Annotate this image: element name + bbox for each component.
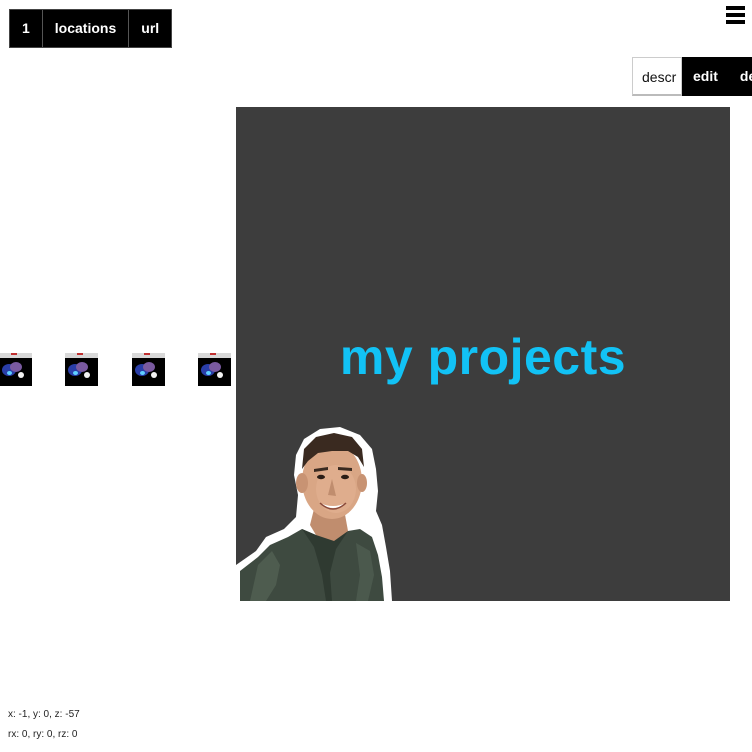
hamburger-bar	[726, 6, 745, 10]
tab-del[interactable]: del	[728, 57, 752, 96]
project-thumbnail[interactable]	[65, 353, 98, 386]
hamburger-bar	[726, 13, 745, 17]
hamburger-icon[interactable]	[726, 6, 745, 26]
nav-button-1[interactable]: 1	[10, 10, 43, 47]
tab-edit[interactable]: edit	[682, 57, 729, 96]
thumbnail-strip	[0, 353, 236, 386]
profile-photo	[236, 427, 392, 601]
item-tabs: descr edit del	[632, 57, 752, 96]
rotation-readout: rx: 0, ry: 0, rz: 0	[8, 729, 78, 740]
project-thumbnail[interactable]	[132, 353, 165, 386]
project-stage[interactable]: my projects	[236, 107, 730, 601]
hamburger-bar	[726, 20, 745, 24]
stage-title: my projects	[339, 329, 627, 385]
nav-button-locations[interactable]: locations	[43, 10, 130, 47]
tab-descr[interactable]: descr	[632, 57, 682, 96]
project-thumbnail[interactable]	[198, 353, 231, 386]
position-readout: x: -1, y: 0, z: -57	[8, 709, 80, 720]
project-thumbnail[interactable]	[0, 353, 32, 386]
top-navigation: 1 locations url	[9, 9, 173, 48]
nav-button-url[interactable]: url	[129, 10, 171, 47]
